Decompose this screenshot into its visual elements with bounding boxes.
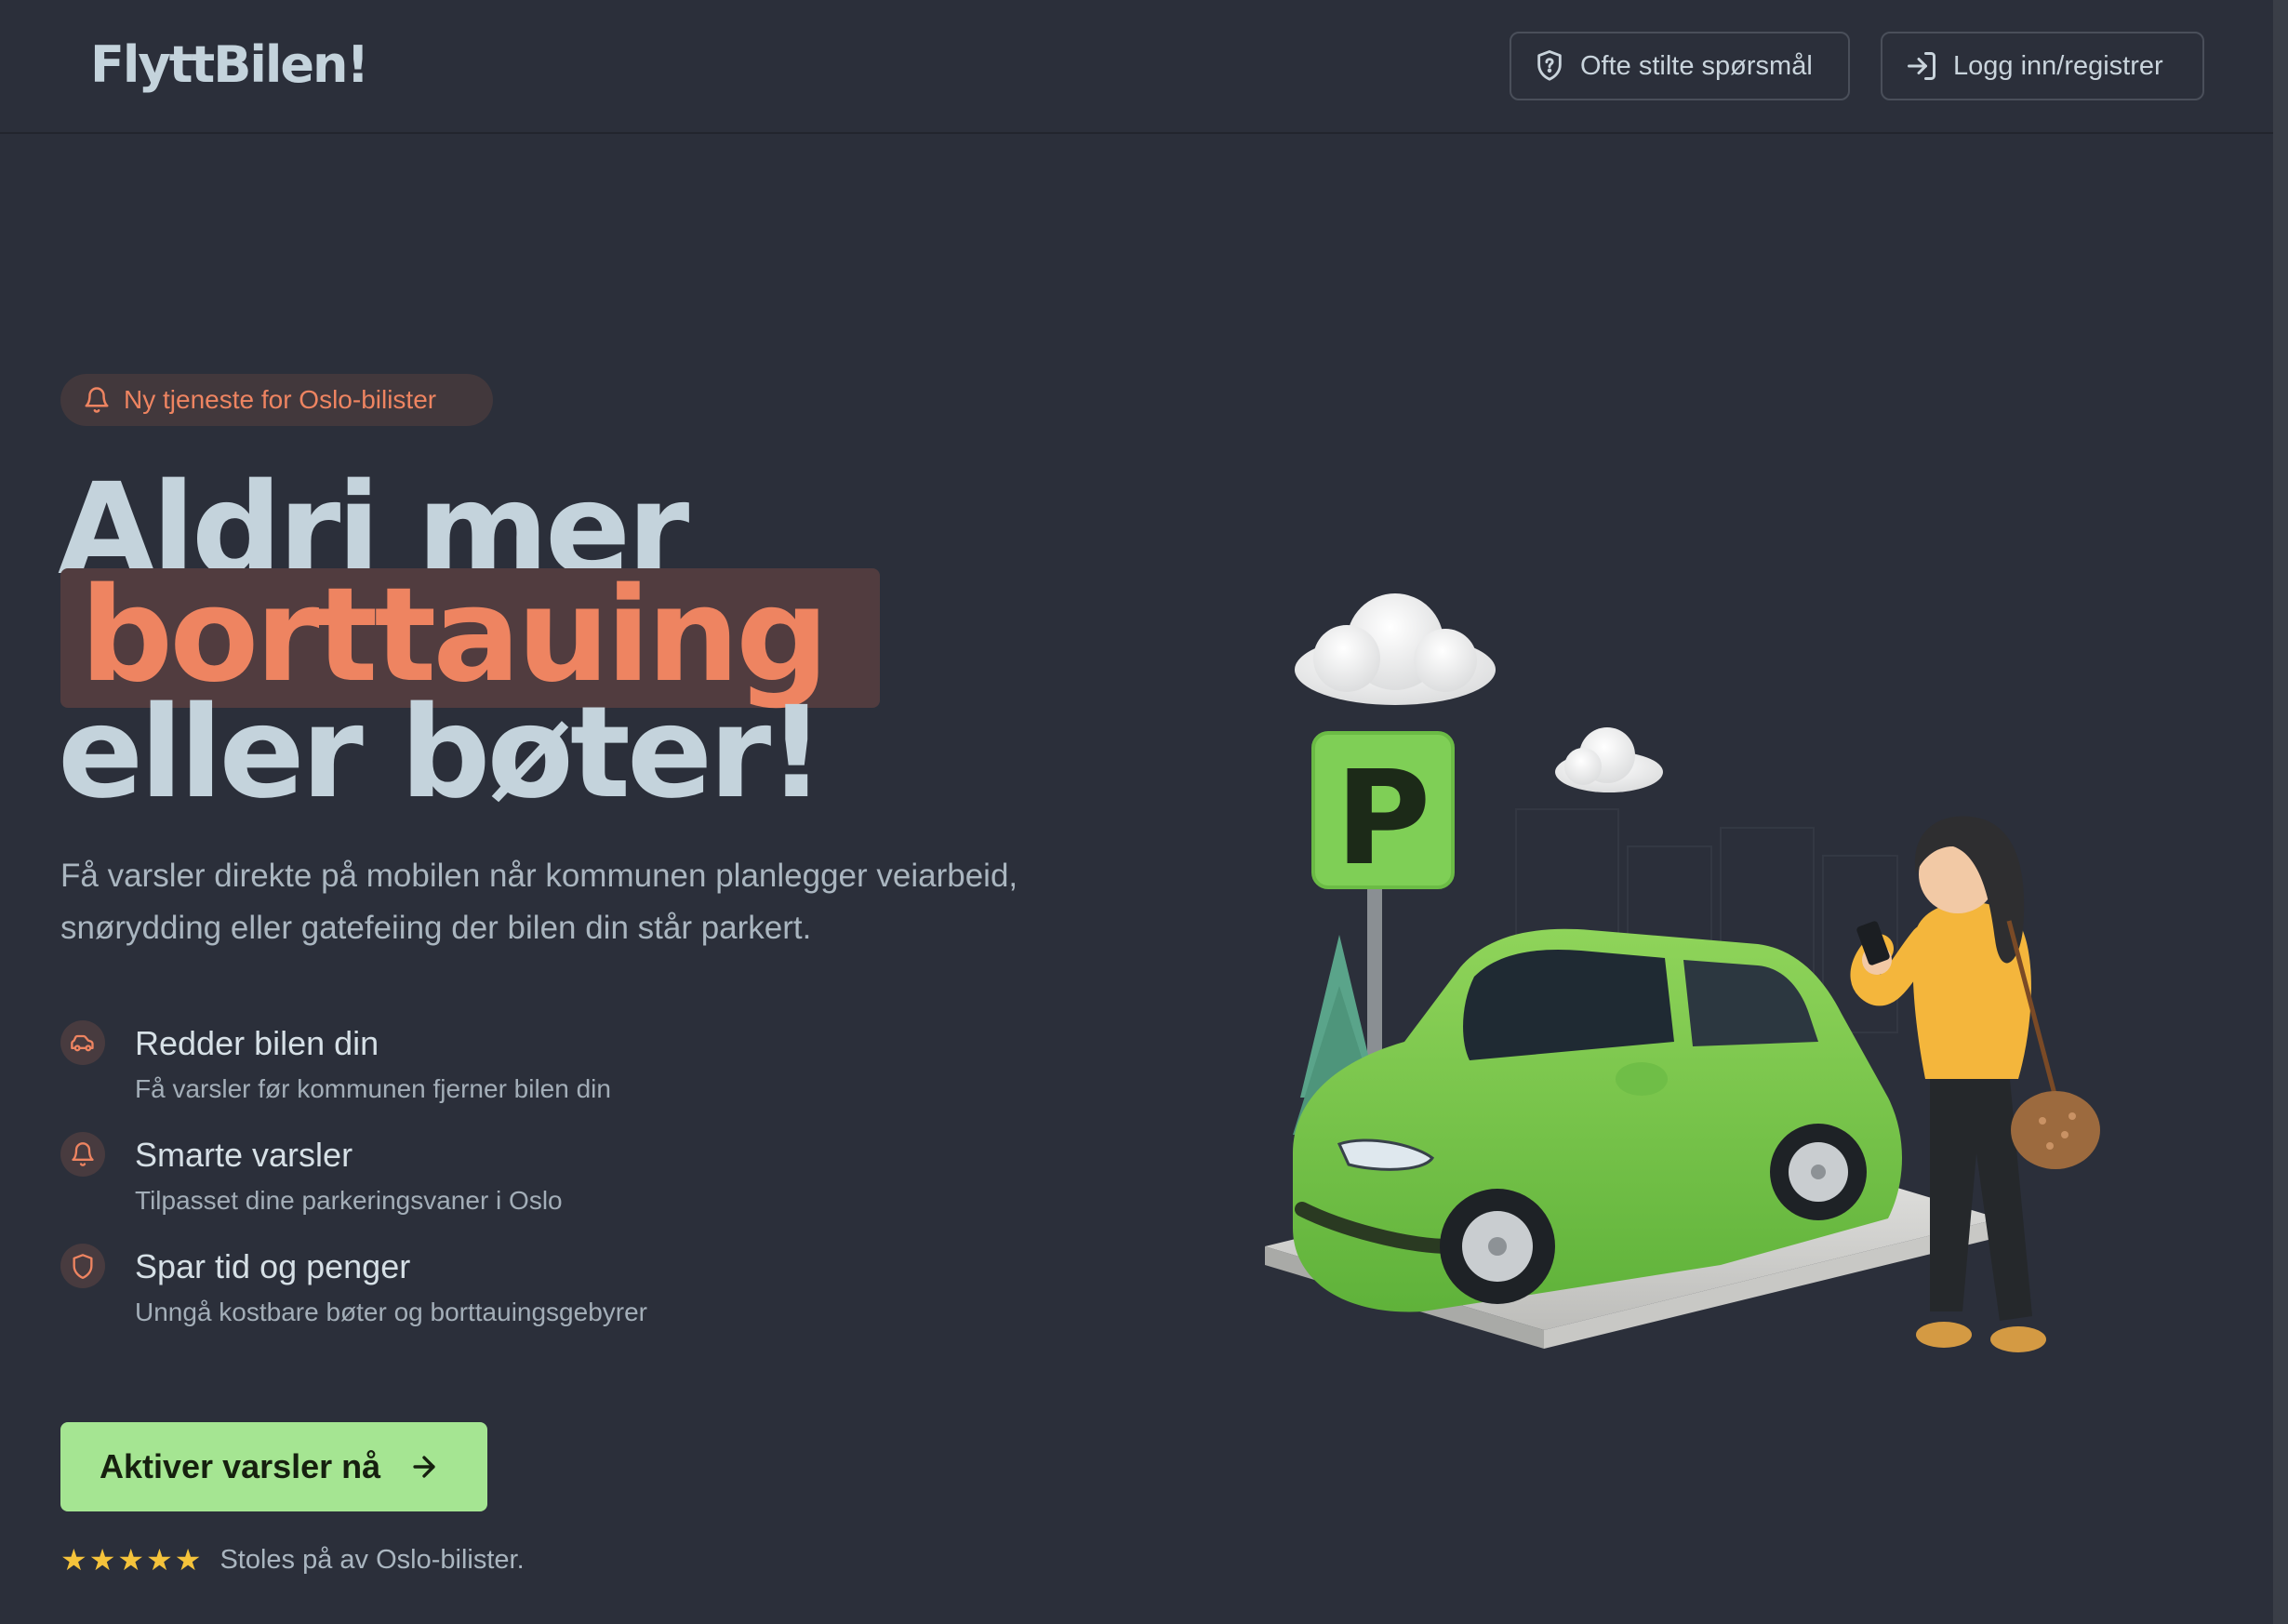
activate-alerts-label: Aktiver varsler nå	[100, 1447, 381, 1485]
feature-description: Få varsler før kommunen fjerner bilen di…	[135, 1074, 611, 1103]
hero-illustration: P	[1265, 593, 2100, 1352]
feature-title: Spar tid og penger	[135, 1247, 411, 1285]
badge-label: Ny tjeneste for Oslo-bilister	[124, 385, 437, 414]
woman-with-phone	[1850, 816, 2100, 1352]
feature-description: Unngå kostbare bøter og borttauingsgebyr…	[135, 1298, 647, 1326]
bell-icon	[60, 1132, 105, 1177]
arrow-right-icon	[413, 1456, 435, 1478]
faq-button-label: Ofte stilte spørsmål	[1580, 50, 1813, 81]
headline-line-3: eller bøter!	[58, 680, 825, 827]
shield-question-icon	[1537, 50, 1562, 81]
hero-lead-text: Få varsler direkte på mobilen når kommun…	[60, 858, 1018, 946]
page-scrollbar[interactable]	[2273, 0, 2288, 1624]
feature-title: Smarte varsler	[135, 1136, 353, 1174]
site-logo[interactable]: FlyttBilen!	[90, 35, 369, 94]
feature-title: Redder bilen din	[135, 1024, 379, 1062]
login-icon	[1908, 52, 1935, 80]
cloud-large	[1295, 593, 1496, 705]
login-button[interactable]: Logg inn/registrer	[1881, 32, 2204, 100]
cloud-small	[1555, 727, 1663, 792]
login-button-label: Logg inn/registrer	[1953, 50, 2163, 81]
rating-text: Stoles på av Oslo-bilister.	[219, 1544, 525, 1575]
activate-alerts-button[interactable]: Aktiver varsler nå	[60, 1422, 487, 1511]
svg-text:P: P	[1336, 743, 1431, 895]
site-header: FlyttBilen! Ofte stilte spørsmål Logg in…	[0, 0, 2273, 134]
star-rating: ★★★★★	[60, 1542, 204, 1577]
feature-description: Tilpasset dine parkeringsvaner i Oslo	[135, 1186, 563, 1215]
car-icon	[60, 1020, 105, 1065]
faq-button[interactable]: Ofte stilte spørsmål	[1510, 32, 1850, 100]
new-service-badge: Ny tjeneste for Oslo-bilister	[60, 374, 493, 426]
shield-icon	[60, 1244, 105, 1288]
bell-icon	[85, 387, 109, 413]
trust-rating: ★★★★★ Stoles på av Oslo-bilister.	[60, 1542, 525, 1577]
